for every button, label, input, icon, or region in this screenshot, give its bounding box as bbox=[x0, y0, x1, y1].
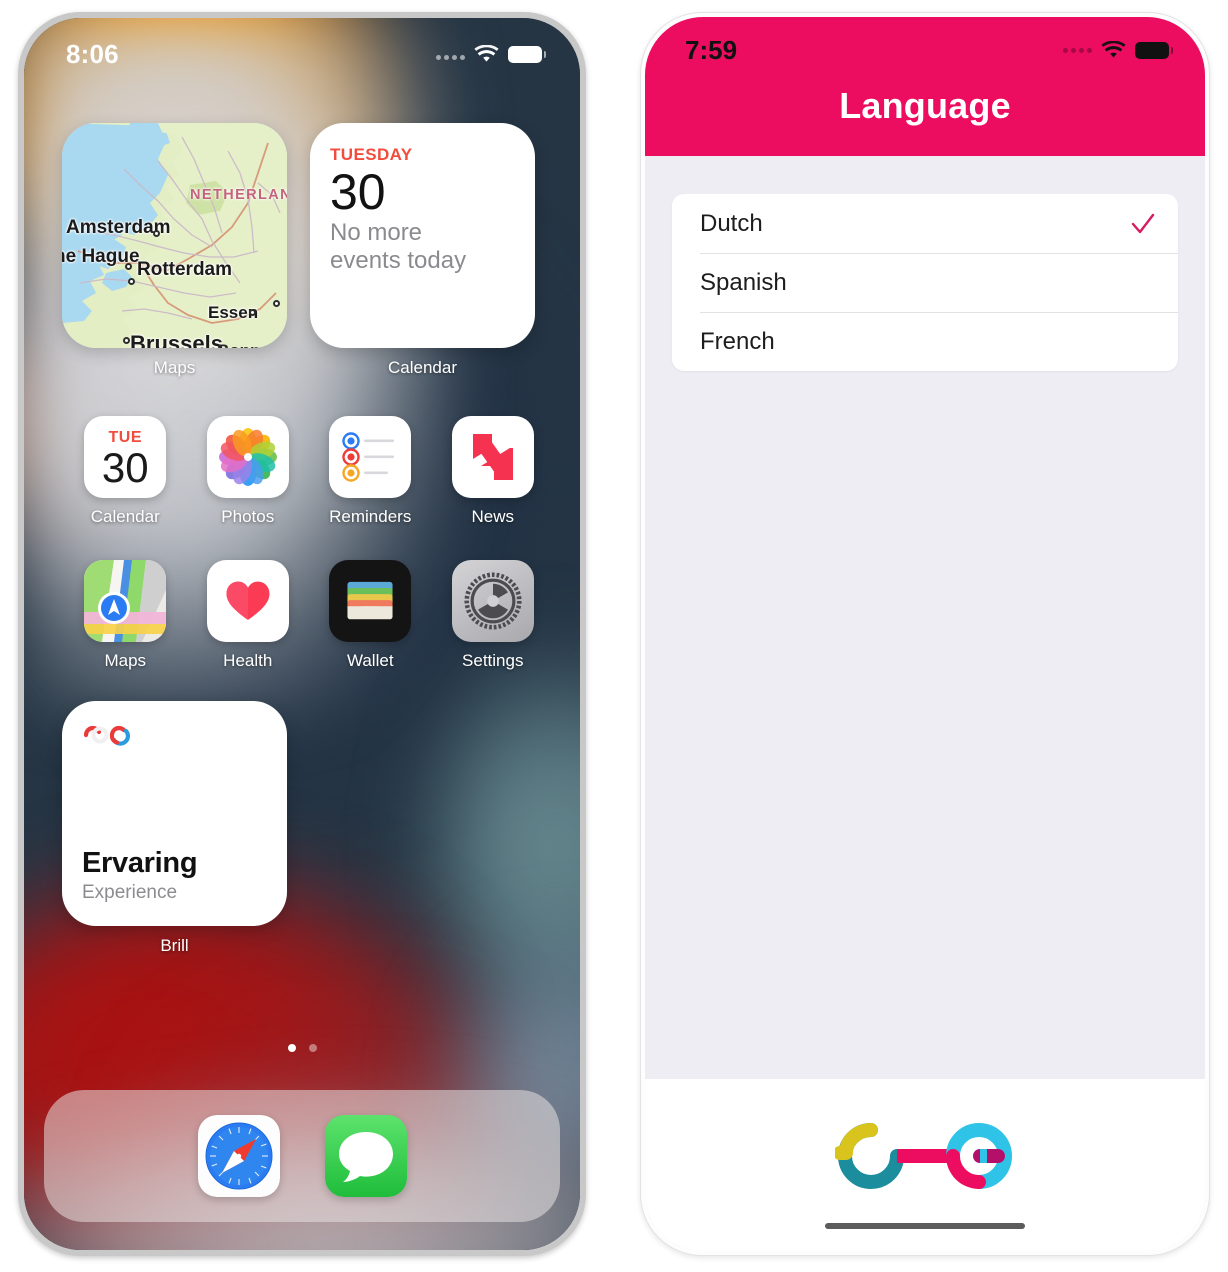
calendar-icon-day: 30 bbox=[101, 443, 149, 491]
page-title: Language bbox=[839, 85, 1011, 126]
page-indicator-dots[interactable] bbox=[24, 1044, 580, 1052]
app-label: Wallet bbox=[346, 651, 394, 670]
photos-icon bbox=[206, 416, 289, 498]
app-settings[interactable]: Settings bbox=[432, 560, 555, 671]
calendar-icon: TUE 30 bbox=[84, 416, 167, 498]
screenshot-stage: 8:06 NETHERLAN Amsterdam he Hague Rotter… bbox=[0, 0, 1228, 1272]
home-screen: NETHERLANDS Amsterdam he Hague Rotterdam… bbox=[24, 18, 580, 1250]
left-phone-screen: 8:06 NETHERLAN Amsterdam he Hague Rotter… bbox=[24, 18, 580, 1250]
language-label: Spanish bbox=[700, 268, 787, 296]
map-city-dot bbox=[123, 337, 130, 344]
calendar-message-line1: No more bbox=[330, 218, 423, 246]
app-label: Maps bbox=[104, 651, 147, 670]
app-row-2: Maps Health Wallet Settings bbox=[64, 560, 554, 671]
checkmark-icon bbox=[1131, 213, 1155, 233]
messages-icon bbox=[324, 1115, 407, 1197]
home-indicator[interactable] bbox=[825, 1223, 1025, 1229]
left-status-bar: 8:06 bbox=[24, 18, 580, 76]
brill-widget-title: Ervaring bbox=[82, 847, 198, 879]
app-label: Photos bbox=[221, 507, 275, 526]
calendar-widget-body: TUESDAY 30 No more events today bbox=[310, 123, 535, 348]
language-label: French bbox=[700, 327, 775, 355]
app-news[interactable]: News bbox=[432, 416, 555, 527]
language-row-spanish[interactable]: Spanish bbox=[672, 253, 1178, 312]
map-city-rotterdam: Rotterdam bbox=[137, 259, 233, 280]
battery-icon bbox=[508, 45, 546, 63]
health-icon bbox=[206, 560, 289, 642]
brill-widget-subtitle: Experience bbox=[82, 882, 178, 903]
maps-widget-label: Maps bbox=[153, 358, 196, 377]
calendar-day-number: 30 bbox=[330, 164, 386, 220]
dock bbox=[44, 1090, 560, 1222]
maps-widget[interactable]: NETHERLANDS Amsterdam he Hague Rotterdam… bbox=[62, 123, 287, 348]
news-icon bbox=[451, 416, 534, 498]
signal-dots-icon bbox=[1063, 47, 1092, 53]
status-bar-indicators bbox=[436, 44, 546, 64]
app-label: Calendar bbox=[90, 507, 160, 526]
app-wallet[interactable]: Wallet bbox=[309, 560, 432, 671]
wallet-icon bbox=[329, 560, 412, 642]
language-screen-body: Dutch Spanish French bbox=[645, 156, 1205, 1079]
settings-icon bbox=[451, 560, 534, 642]
app-maps[interactable]: Maps bbox=[64, 560, 187, 671]
language-screen-header: 7:59 Language bbox=[645, 17, 1205, 156]
right-phone-screen: 7:59 Language Dutch Spanish French bbox=[645, 17, 1205, 1251]
status-bar-indicators bbox=[1063, 40, 1173, 60]
map-city-brussels: Brussels bbox=[130, 331, 223, 348]
app-label: Health bbox=[223, 651, 273, 670]
brill-logo-icon bbox=[83, 725, 131, 746]
page-dot[interactable] bbox=[308, 1044, 317, 1052]
calendar-widget[interactable]: TUESDAY 30 No more events today bbox=[310, 123, 535, 348]
right-phone-device: 7:59 Language Dutch Spanish French bbox=[640, 12, 1210, 1256]
map-city-dot bbox=[273, 300, 280, 307]
app-label: News bbox=[471, 507, 514, 526]
dock-app-safari[interactable] bbox=[197, 1115, 280, 1197]
language-row-french[interactable]: French bbox=[672, 312, 1178, 371]
reminders-icon bbox=[329, 416, 412, 498]
map-country-label: NETHERLANDS bbox=[190, 187, 287, 203]
brill-glasses-logo-icon bbox=[835, 1123, 1012, 1189]
brill-widget[interactable]: Ervaring Experience bbox=[62, 701, 287, 926]
status-bar-time: 7:59 bbox=[685, 34, 738, 65]
language-list: Dutch Spanish French bbox=[672, 194, 1178, 371]
wifi-icon bbox=[474, 44, 499, 62]
app-label: Reminders bbox=[329, 507, 412, 526]
calendar-widget-column: TUESDAY 30 No more events today Calendar bbox=[310, 123, 535, 378]
dock-app-messages[interactable] bbox=[324, 1115, 407, 1197]
app-reminders[interactable]: Reminders bbox=[309, 416, 432, 527]
safari-icon bbox=[197, 1115, 280, 1197]
language-row-dutch[interactable]: Dutch bbox=[672, 194, 1178, 253]
left-phone-device: 8:06 NETHERLAN Amsterdam he Hague Rotter… bbox=[18, 12, 586, 1256]
widget-row: NETHERLANDS Amsterdam he Hague Rotterdam… bbox=[62, 123, 535, 378]
brill-widget-label: Brill bbox=[160, 936, 189, 955]
signal-dots-icon bbox=[436, 48, 465, 60]
language-label: Dutch bbox=[700, 209, 763, 237]
map-city-dot bbox=[125, 263, 132, 270]
status-bar-time: 8:06 bbox=[66, 38, 119, 69]
map-city-dot bbox=[249, 309, 256, 316]
app-row-1: TUE 30 Calendar Photos Reminders News bbox=[64, 416, 554, 527]
brill-widget-column: Ervaring Experience Brill bbox=[62, 701, 287, 956]
calendar-message: No more events today bbox=[330, 219, 515, 275]
maps-widget-column: NETHERLANDS Amsterdam he Hague Rotterdam… bbox=[62, 123, 287, 378]
battery-icon bbox=[1135, 41, 1173, 59]
app-health[interactable]: Health bbox=[187, 560, 310, 671]
map-city-dot bbox=[153, 230, 160, 237]
map-canvas: NETHERLANDS Amsterdam he Hague Rotterdam… bbox=[62, 123, 287, 348]
map-city-bonn: Bonn bbox=[217, 341, 260, 348]
calendar-weekday: TUESDAY bbox=[330, 145, 413, 164]
map-city-dot bbox=[128, 278, 135, 285]
app-photos[interactable]: Photos bbox=[187, 416, 310, 527]
right-status-bar: 7:59 bbox=[645, 33, 1205, 67]
app-calendar[interactable]: TUE 30 Calendar bbox=[64, 416, 187, 527]
calendar-widget-label: Calendar bbox=[388, 358, 457, 377]
maps-icon bbox=[84, 560, 167, 642]
wifi-icon bbox=[1101, 40, 1126, 58]
app-label: Settings bbox=[462, 651, 524, 670]
page-dot-active[interactable] bbox=[287, 1044, 296, 1052]
app-grid: TUE 30 Calendar Photos Reminders News Ma… bbox=[64, 416, 554, 704]
language-screen-footer bbox=[645, 1079, 1205, 1251]
calendar-message-line2: events today bbox=[330, 246, 467, 274]
